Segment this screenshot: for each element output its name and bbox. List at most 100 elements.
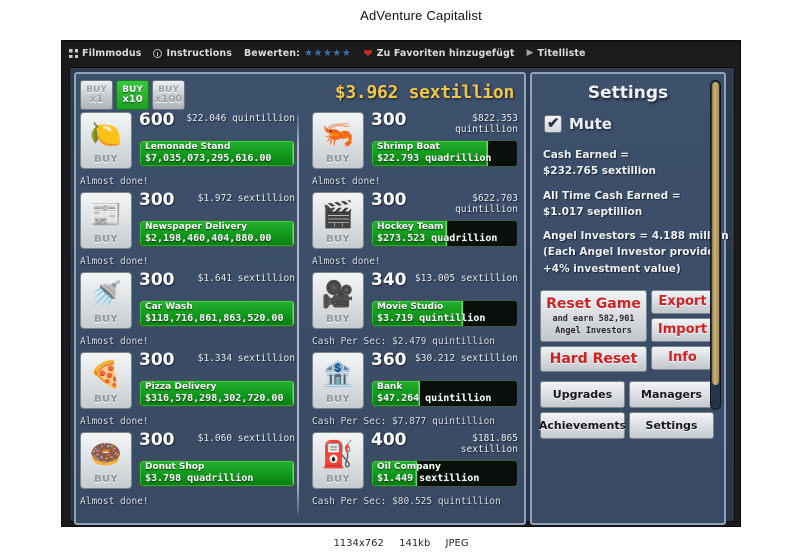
business-buy-button[interactable]: 🍋 BUY	[80, 112, 132, 169]
settings-scrollbar[interactable]	[710, 80, 721, 410]
film-mode-icon	[69, 49, 78, 58]
settings-title: Settings	[587, 83, 669, 103]
page-title: AdVenture Capitalist	[360, 8, 482, 23]
business-row: 🎥 BUY 340 $13.005 sextillion Movie Studio $3.…	[312, 270, 518, 352]
image-dimensions: 1134x762	[333, 538, 384, 549]
import-label: Import	[657, 322, 708, 338]
business-progress-bar[interactable]: Bank $47.264 quintillion	[371, 380, 518, 407]
business-details: 600 $22.046 quintillion Lemonade Stand $7,0…	[132, 110, 295, 167]
business-main: 🍕 BUY 300 $1.334 sextillion Pizza Delivery $3…	[80, 351, 295, 414]
export-button[interactable]: Export	[651, 289, 714, 314]
mute-checkbox[interactable]	[544, 114, 562, 133]
business-status: Almost done!	[80, 416, 149, 427]
business-buy-button[interactable]: ⛽ BUY	[312, 432, 364, 489]
business-main: 🦐 BUY 300 $822.353 quintillion Shrimp Boat $22…	[312, 111, 518, 174]
business-progress-bar[interactable]: Movie Studio $3.719 quintillion	[371, 300, 518, 327]
business-progress-bar[interactable]: Shrimp Boat $22.793 quadrillion	[371, 140, 518, 167]
business-main: 📰 BUY 300 $1.972 sextillion Newspaper Delive…	[80, 191, 295, 254]
business-progress-text: Lemonade Stand $7,035,073,295,616.00	[145, 142, 291, 165]
business-progress-bar[interactable]: Newspaper Delivery $2,198,460,404,880.00	[139, 220, 295, 247]
angel-investors-note-2: +4% investment value)	[543, 262, 681, 275]
business-buy-button[interactable]: 🍩 BUY	[80, 432, 132, 489]
nav-managers-button[interactable]: Managers	[629, 380, 714, 408]
info-icon	[153, 49, 163, 58]
nav-achievements-button[interactable]: Achievements	[538, 411, 627, 439]
business-panel: BUY x1 BUY x10 BUY x100 $3.962 sextillio…	[74, 72, 526, 525]
business-progress-text: Movie Studio $3.719 quintillion	[377, 302, 514, 325]
instructions-button[interactable]: Instructions	[153, 48, 232, 59]
business-buy-button[interactable]: 🎥 BUY	[312, 272, 364, 329]
hard-reset-button[interactable]: Hard Reset	[540, 345, 647, 372]
image-size: 141kb	[399, 538, 431, 549]
info-button[interactable]: Info	[651, 345, 714, 370]
business-progress-text: Car Wash $118,716,861,863,520.00	[145, 302, 291, 325]
star-rating-icon[interactable]: ★★★★★	[304, 48, 351, 59]
buy-x10-button[interactable]: BUY x10	[116, 80, 149, 110]
business-row: 🍋 BUY 600 $22.046 quintillion Lemonade Stand…	[80, 110, 295, 192]
buy-x100-button[interactable]: BUY x100	[152, 80, 185, 110]
business-main: 🍩 BUY 300 $1.060 sextillion Donut Shop $3.798…	[80, 431, 295, 494]
business-progress-text: Newspaper Delivery $2,198,460,404,880.00	[145, 222, 291, 245]
business-name: Hockey Team	[377, 222, 444, 232]
business-buy-button[interactable]: 🎬 BUY	[312, 192, 364, 249]
business-progress-text: Oil Company $1.449 sextillion	[377, 462, 514, 485]
business-quantity: 360	[371, 350, 407, 370]
reset-game-sub-line2: Angel Investors	[555, 325, 632, 336]
business-progress-bar[interactable]: Lemonade Stand $7,035,073,295,616.00	[139, 140, 295, 167]
business-progress-bar[interactable]: Hockey Team $273.523 quadrillion	[371, 220, 518, 247]
buy-x1-button[interactable]: BUY x1	[80, 80, 113, 110]
business-cost: $622.703 quintillion	[455, 193, 518, 215]
business-topline: 300 $822.353 quintillion	[371, 111, 518, 140]
buy-multiplier-group: BUY x1 BUY x10 BUY x100	[80, 80, 185, 110]
business-progress-bar[interactable]: Pizza Delivery $316,578,298,302,720.00	[139, 380, 295, 407]
business-cost: $1.641 sextillion	[197, 273, 295, 284]
business-buy-button[interactable]: 🍕 BUY	[80, 352, 132, 409]
business-progress-text: Hockey Team $273.523 quadrillion	[377, 222, 514, 245]
add-favorite-button[interactable]: ❤ Zu Favoriten hinzugefügt	[363, 48, 514, 59]
business-quantity: 600	[139, 110, 175, 130]
business-name: Shrimp Boat	[377, 142, 440, 152]
hard-reset-label: Hard Reset	[549, 350, 638, 367]
nav-settings-button[interactable]: Settings	[629, 411, 714, 439]
nav-upgrades-label: Upgrades	[552, 387, 613, 401]
mute-toggle[interactable]: Mute	[544, 114, 716, 133]
rating-control[interactable]: Bewerten: ★★★★★	[244, 48, 351, 59]
business-quantity: 340	[371, 270, 407, 290]
business-revenue: $273.523 quadrillion	[377, 233, 498, 245]
title-list-label: Titelliste	[537, 48, 586, 59]
nav-achievements-label: Achievements	[538, 418, 627, 432]
film-mode-button[interactable]: Filmmodus	[69, 48, 141, 59]
nav-upgrades-button[interactable]: Upgrades	[540, 380, 625, 408]
settings-scrollbar-thumb[interactable]	[712, 82, 719, 386]
business-name: Lemonade Stand	[145, 142, 231, 152]
business-row: ⛽ BUY 400 $181.865 sextillion Oil Company $1.4…	[312, 431, 518, 512]
business-progress-bar[interactable]: Oil Company $1.449 sextillion	[371, 460, 518, 487]
business-revenue: $7,035,073,295,616.00	[145, 153, 272, 165]
all-time-cash-value: $1.017 septillion	[543, 205, 643, 218]
business-main: ⛽ BUY 400 $181.865 sextillion Oil Company $1.4…	[312, 431, 518, 494]
nav-button-grid: Upgrades Managers Achievements Settings	[538, 380, 716, 439]
business-buy-button[interactable]: 🏦 BUY	[312, 352, 364, 409]
car-wash-icon: 🚿	[89, 279, 123, 309]
business-progress-bar[interactable]: Donut Shop $3.798 quadrillion	[139, 460, 295, 487]
player-toolbar: Filmmodus Instructions Bewerten: ★★★★★ ❤…	[62, 41, 740, 66]
business-buy-button[interactable]: 📰 BUY	[80, 192, 132, 249]
business-buy-button[interactable]: 🚿 BUY	[80, 272, 132, 329]
data-column: Export Import Info	[651, 289, 714, 372]
business-name: Car Wash	[145, 302, 193, 312]
business-cost: $181.865 sextillion	[460, 433, 518, 455]
title-list-button[interactable]: ▶ Titelliste	[527, 48, 586, 59]
import-button[interactable]: Import	[651, 317, 714, 342]
business-buy-button[interactable]: 🦐 BUY	[312, 112, 364, 169]
business-cost: $1.060 sextillion	[197, 433, 295, 444]
business-column-left: 🍋 BUY 600 $22.046 quintillion Lemonade Stand…	[80, 110, 295, 516]
business-topline: 360 $30.212 sextillion	[371, 350, 518, 380]
buy-x10-line2: x10	[122, 93, 143, 105]
business-topline: 600 $22.046 quintillion	[139, 110, 295, 140]
game-stage: BUY x1 BUY x10 BUY x100 $3.962 sextillio…	[69, 67, 735, 525]
reset-game-button[interactable]: Reset Game and earn 582,901 Angel Invest…	[540, 289, 647, 342]
business-progress-bar[interactable]: Car Wash $118,716,861,863,520.00	[139, 300, 295, 327]
business-buy-label: BUY	[94, 394, 118, 405]
business-quantity: 300	[139, 270, 175, 290]
reset-column: Reset Game and earn 582,901 Angel Invest…	[540, 289, 647, 372]
